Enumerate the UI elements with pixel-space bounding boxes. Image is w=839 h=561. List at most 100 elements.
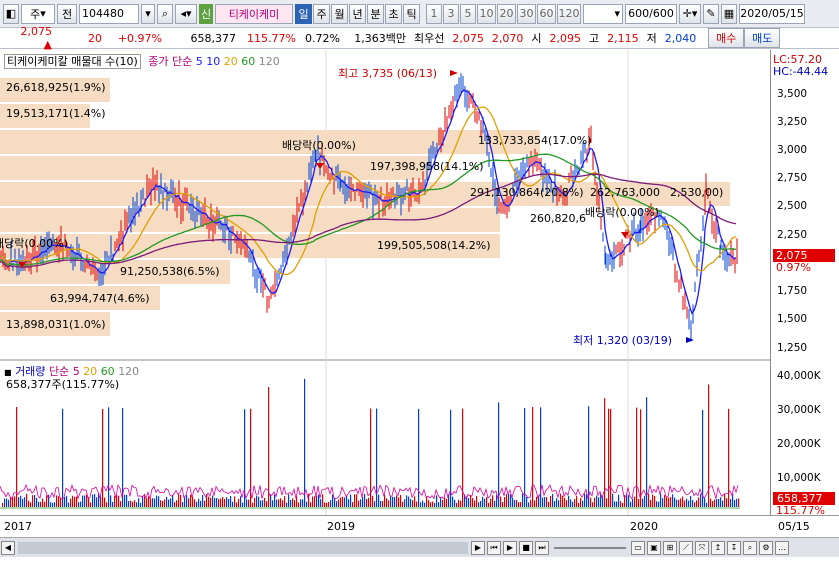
volume-bar: [692, 500, 694, 507]
scroll-track[interactable]: [18, 541, 468, 554]
scroll-left-icon[interactable]: ◀: [1, 540, 15, 555]
vp-label-7: 199,505,508(14.2%): [377, 239, 491, 252]
scroll-right-icon[interactable]: ▶: [471, 540, 485, 555]
period-tab[interactable]: 주: [313, 3, 330, 24]
volume-bar: [406, 495, 408, 507]
price-tick: 3,250: [777, 116, 808, 128]
volume-bar: [2, 502, 4, 507]
sell-button[interactable]: 매도: [744, 28, 781, 48]
volume-bar: [736, 498, 738, 507]
volume-bar: [428, 500, 430, 507]
line-draw-icon[interactable]: ⟋: [679, 540, 693, 555]
volume-bar: [36, 497, 38, 507]
fit-icon[interactable]: ⊞: [663, 540, 677, 555]
volume-bar: [678, 499, 680, 507]
price-volume-chart[interactable]: [0, 50, 770, 515]
zoom-out-icon[interactable]: ▭: [631, 540, 645, 555]
draw-tools-icon[interactable]: ✎: [703, 3, 719, 24]
volume-bar: [330, 500, 332, 507]
volume-bar: [24, 497, 26, 507]
volume-bar: [608, 408, 610, 507]
period-tab[interactable]: 일: [295, 3, 312, 24]
interval-button[interactable]: 120: [557, 3, 581, 24]
volume-bar: [414, 496, 416, 507]
grid-icon[interactable]: ▦: [721, 3, 737, 24]
volume-bar: [558, 500, 560, 507]
date-label: 2017: [4, 520, 32, 533]
volume-bar: [302, 499, 304, 507]
settings-icon[interactable]: ⚙: [759, 540, 773, 555]
volume-bar: [88, 497, 90, 507]
volume-bar: [92, 494, 94, 507]
speaker-icon[interactable]: ◂▾: [175, 3, 197, 24]
search-icon[interactable]: ⌕: [157, 3, 173, 24]
interval-button[interactable]: 30: [517, 3, 536, 24]
stop-icon[interactable]: ■: [519, 540, 533, 555]
first-icon[interactable]: ⏮: [487, 540, 501, 555]
volume-bar: [616, 501, 618, 507]
volume-bar: [94, 494, 96, 507]
crosshair-icon[interactable]: ✛▾: [679, 3, 701, 24]
volume-bar: [554, 501, 556, 507]
volume-bar: [572, 501, 574, 507]
last-icon[interactable]: ⏭: [535, 540, 549, 555]
more-icon[interactable]: …: [775, 540, 789, 555]
volume-bar: [400, 494, 402, 507]
interval-button[interactable]: 3: [443, 3, 459, 24]
volume-bar: [530, 499, 532, 507]
magnify-icon[interactable]: ⌕: [743, 540, 757, 555]
price-tick: 1,750: [777, 285, 808, 297]
volume-bar: [306, 501, 308, 507]
prev-button[interactable]: 전: [57, 3, 77, 24]
interval-button[interactable]: 60: [537, 3, 556, 24]
volume-bar: [656, 501, 658, 507]
volume-bar: [392, 496, 394, 507]
interval-button[interactable]: 10: [477, 3, 496, 24]
low: 2,040: [664, 31, 697, 45]
interval-button[interactable]: 5: [460, 3, 476, 24]
volume-bar: [154, 498, 156, 507]
volume-bar: [416, 501, 418, 507]
date-input[interactable]: 2020/05/15: [739, 3, 805, 24]
volume-bar: [468, 498, 470, 507]
code-dropdown-icon[interactable]: ▾: [141, 3, 155, 24]
interval-button[interactable]: 20: [497, 3, 516, 24]
count-input[interactable]: 600/600: [625, 3, 677, 24]
volume-bar: [546, 497, 548, 507]
code-input[interactable]: 104480: [79, 3, 139, 24]
period-tab[interactable]: 분: [367, 3, 384, 24]
chart-menu-icon[interactable]: ◧: [3, 3, 19, 24]
volume-bar: [440, 497, 442, 507]
interval-button[interactable]: 1: [426, 3, 442, 24]
chart-scrollbar[interactable]: ◀ ▶ ⏮ ▶ ■ ⏭ ▭ ▣ ⊞ ⟋ ⤧ ↥ ↧ ⌕ ⚙ …: [0, 537, 839, 557]
arrow-up-icon[interactable]: ↥: [711, 540, 725, 555]
volume-bar: [30, 502, 32, 507]
zoom-track[interactable]: [554, 546, 626, 549]
current-price: 2,075 ▲: [20, 25, 53, 51]
period-tab[interactable]: 년: [349, 3, 366, 24]
volume-bar: [226, 497, 228, 507]
change: 20: [88, 31, 102, 45]
volume-bar: [420, 502, 422, 507]
interval-select[interactable]: ▾: [583, 3, 623, 24]
period-tab[interactable]: 틱: [403, 3, 420, 24]
volume-bar: [578, 502, 580, 507]
trend-icon[interactable]: ⤧: [695, 540, 709, 555]
zoom-in-icon[interactable]: ▣: [647, 540, 661, 555]
volume-bar: [522, 493, 524, 507]
date-label: 2019: [327, 520, 355, 533]
interval-buttons: 1 3 5 10 20 30 60 120: [426, 3, 581, 24]
chart-area[interactable]: 티케이케미칼 매물대 수(10) 종가 단순 5 10 20 60 120 최고…: [0, 50, 770, 515]
volume-bar: [146, 498, 148, 507]
buy-button[interactable]: 매수: [708, 28, 745, 48]
volume-bar: [480, 500, 482, 507]
period-tab[interactable]: 초: [385, 3, 402, 24]
arrow-down-icon[interactable]: ↧: [727, 540, 741, 555]
high: 2,115: [607, 31, 639, 45]
period-tab[interactable]: 월: [331, 3, 348, 24]
play-icon[interactable]: ▶: [503, 540, 517, 555]
volume-bar: [646, 397, 648, 507]
market-select[interactable]: 주 ▾: [21, 3, 55, 24]
volume-bar: [638, 498, 640, 507]
volume-bar: [510, 494, 512, 507]
